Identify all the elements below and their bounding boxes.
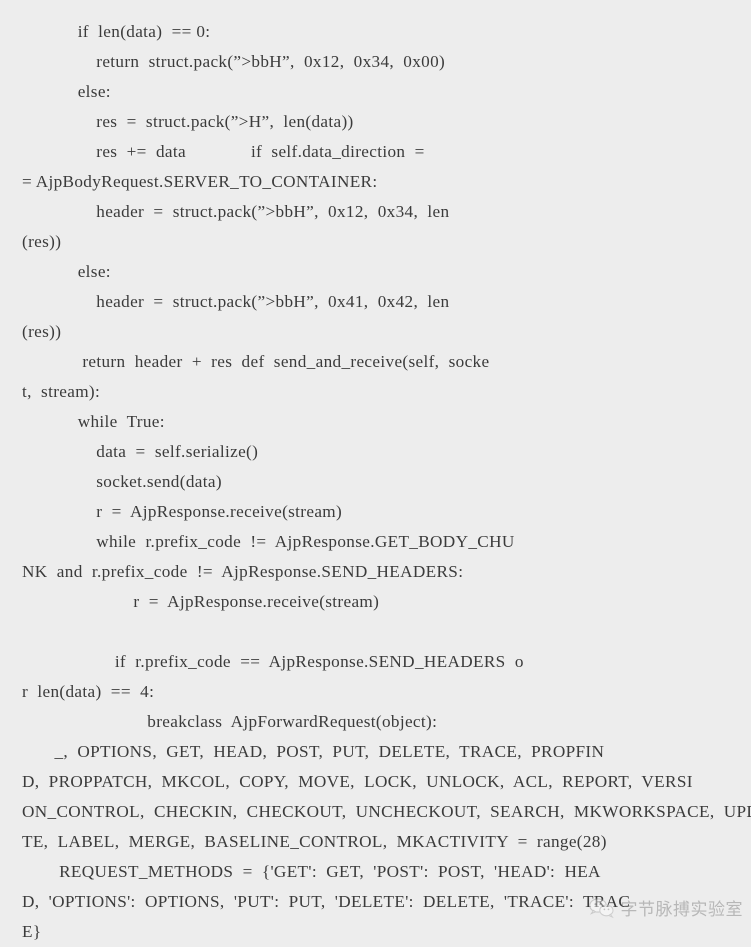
code-line: TE, LABEL, MERGE, BASELINE_CONTROL, MKAC… — [22, 832, 607, 851]
code-line: NK and r.prefix_code != AjpResponse.SEND… — [22, 562, 464, 581]
code-line: r len(data) == 4: — [22, 682, 155, 701]
code-line: return struct.pack(”>bbH”, 0x12, 0x34, 0… — [22, 52, 446, 71]
code-line: socket.send(data) — [22, 472, 222, 491]
code-line: REQUEST_METHODS = {'GET': GET, 'POST': P… — [22, 862, 601, 881]
code-line: while True: — [22, 412, 165, 431]
code-line: D, PROPPATCH, MKCOL, COPY, MOVE, LOCK, U… — [22, 772, 693, 791]
code-line: header = struct.pack(”>bbH”, 0x12, 0x34,… — [22, 202, 450, 221]
code-line: = AjpBodyRequest.SERVER_TO_CONTAINER: — [22, 172, 378, 191]
code-line: E} — [22, 922, 42, 941]
code-block: if len(data) == 0: return struct.pack(”>… — [0, 13, 751, 947]
code-line: ON_CONTROL, CHECKIN, CHECKOUT, UNCHECKOU… — [22, 802, 751, 821]
code-line: else: — [22, 82, 111, 101]
code-line: return header + res def send_and_receive… — [22, 352, 490, 371]
code-line: (res)) — [22, 232, 62, 251]
code-line: data = self.serialize() — [22, 442, 259, 461]
code-line: r = AjpResponse.receive(stream) — [22, 592, 380, 611]
code-line: header = struct.pack(”>bbH”, 0x41, 0x42,… — [22, 292, 450, 311]
code-line: while r.prefix_code != AjpResponse.GET_B… — [22, 532, 515, 551]
code-line: r = AjpResponse.receive(stream) — [22, 502, 343, 521]
code-line: res += data if self.data_direction = — [22, 142, 425, 161]
code-line: if len(data) == 0: — [22, 22, 211, 41]
code-line: if r.prefix_code == AjpResponse.SEND_HEA… — [22, 652, 524, 671]
code-line: res = struct.pack(”>H”, len(data)) — [22, 112, 354, 131]
code-line: _, OPTIONS, GET, HEAD, POST, PUT, DELETE… — [22, 742, 605, 761]
code-line: else: — [22, 262, 111, 281]
code-screenshot-page: if len(data) == 0: return struct.pack(”>… — [0, 0, 751, 941]
code-line: t, stream): — [22, 382, 101, 401]
code-line: breakclass AjpForwardRequest(object): — [22, 712, 438, 731]
code-line: D, 'OPTIONS': OPTIONS, 'PUT': PUT, 'DELE… — [22, 892, 631, 911]
code-line: (res)) — [22, 322, 62, 341]
